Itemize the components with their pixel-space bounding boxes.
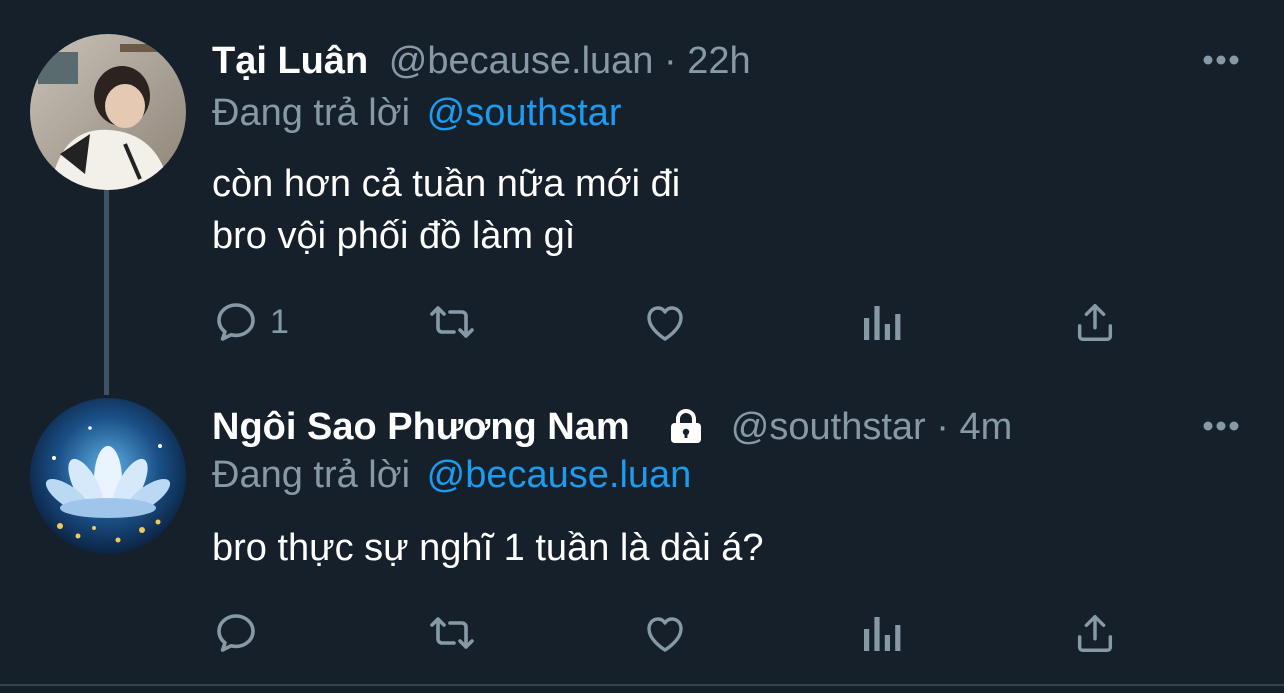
bottom-divider [0, 684, 1284, 686]
replying-to-label: Đang trả lời [212, 454, 411, 496]
tweet-header: Ngôi Sao Phương Nam @southstar · 4m [212, 404, 1012, 450]
reply-count: 1 [270, 302, 289, 341]
heart-icon [647, 617, 683, 652]
display-name[interactable]: Tại Luân [212, 40, 368, 82]
heart-icon [647, 306, 683, 341]
tweet-text-line: còn hơn cả tuần nữa mới đi [212, 163, 681, 205]
tweet-2[interactable]: Ngôi Sao Phương Nam @southstar · 4m Đang… [0, 380, 1284, 684]
retweet-icon [430, 617, 474, 649]
user-handle[interactable]: @because.luan [389, 40, 654, 82]
reply-icon [217, 303, 255, 341]
person-photo-icon [30, 34, 186, 190]
separator-dot: · [664, 40, 677, 82]
share-button[interactable] [1072, 297, 1118, 347]
like-button[interactable] [640, 608, 690, 658]
retweet-icon [430, 306, 474, 338]
reply-icon [217, 614, 255, 652]
analytics-icon [864, 617, 901, 651]
share-button[interactable] [1072, 608, 1118, 658]
reply-button[interactable]: 1 [212, 297, 289, 347]
user-handle[interactable]: @southstar [731, 406, 926, 448]
lock-icon [671, 409, 702, 443]
replying-to-label: Đang trả lời [212, 92, 411, 134]
timestamp[interactable]: 4m [959, 406, 1012, 448]
tweet-actions [212, 608, 1132, 658]
mention-link[interactable]: @because.luan [427, 454, 692, 496]
share-icon [1077, 614, 1113, 652]
separator-dot: · [936, 406, 949, 448]
thread-connector-line [104, 190, 109, 395]
tweet-text-line: bro thực sự nghĩ 1 tuần là dài á? [212, 527, 764, 569]
like-button[interactable] [640, 297, 690, 347]
retweet-button[interactable] [424, 608, 480, 658]
tweet-1[interactable]: Tại Luân @because.luan · 22h Đang trả lờ… [0, 0, 1284, 395]
analytics-button[interactable] [860, 297, 904, 347]
more-icon[interactable] [1198, 416, 1244, 436]
avatar[interactable] [30, 398, 186, 554]
analytics-button[interactable] [860, 608, 904, 658]
tweet-actions: 1 [212, 297, 1132, 347]
display-name[interactable]: Ngôi Sao Phương Nam [212, 406, 630, 448]
tweet-text-line: bro vội phối đồ làm gì [212, 215, 576, 257]
more-icon[interactable] [1198, 50, 1244, 70]
retweet-button[interactable] [424, 297, 480, 347]
tweet-text: bro thực sự nghĩ 1 tuần là dài á? [212, 522, 764, 574]
tweet-text: còn hơn cả tuần nữa mới đi bro vội phối … [212, 158, 680, 262]
lotus-image-icon [30, 398, 186, 554]
reply-button[interactable] [212, 608, 270, 658]
mention-link[interactable]: @southstar [427, 92, 622, 134]
timestamp[interactable]: 22h [687, 40, 750, 82]
replying-to: Đang trả lời @southstar [212, 90, 622, 136]
replying-to: Đang trả lời @because.luan [212, 452, 691, 498]
analytics-icon [864, 306, 901, 340]
share-icon [1077, 303, 1113, 341]
avatar[interactable] [30, 34, 186, 190]
tweet-header: Tại Luân @because.luan · 22h [212, 38, 751, 84]
